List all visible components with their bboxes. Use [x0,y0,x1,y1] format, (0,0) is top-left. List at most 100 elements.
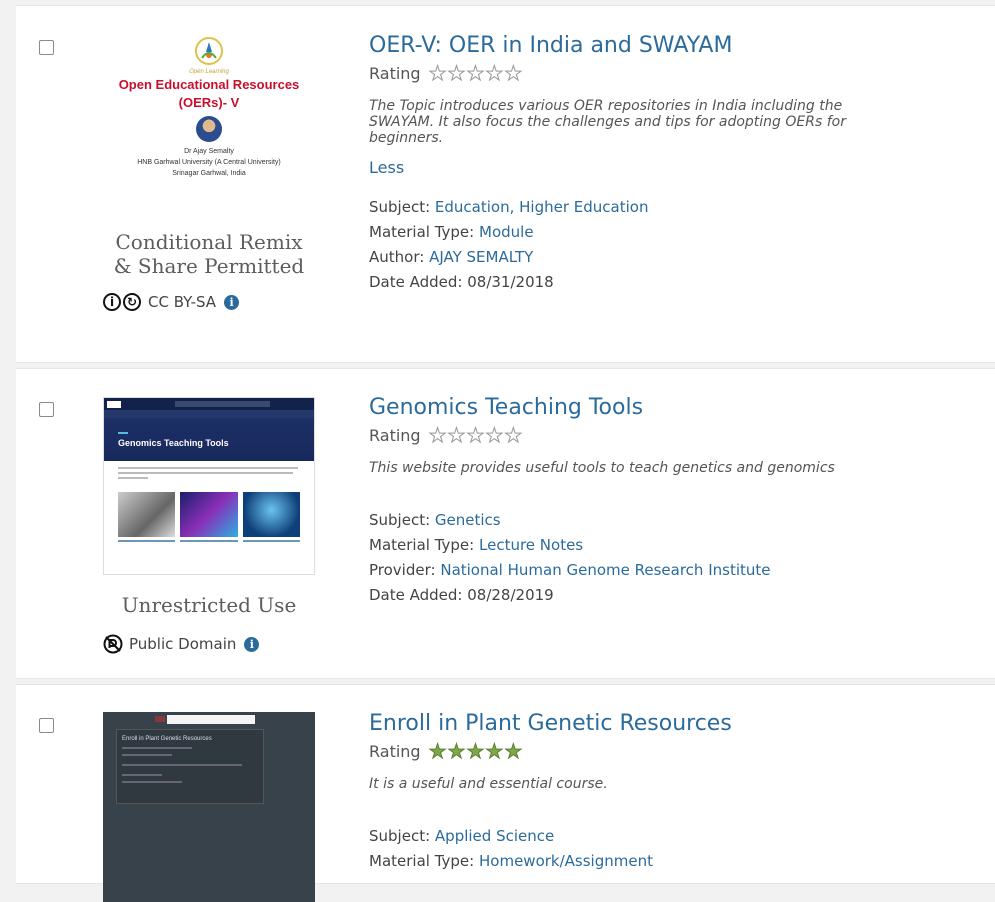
subject-link-education[interactable]: Education [435,198,510,216]
date-label: Date Added: [369,273,463,291]
provider-link[interactable]: National Human Genome Research Institute [440,561,770,579]
info-icon[interactable]: i [244,636,260,652]
subject-row: Subject: Applied Science [369,824,889,849]
material-type-link[interactable]: Homework/Assignment [479,852,653,870]
dna-image-icon [118,492,176,537]
result-description: The Topic introduces various OER reposit… [369,98,846,146]
license-name: Public Domain [129,635,237,653]
rating-label: Rating [369,425,421,445]
nhgri-logo-icon [107,400,121,408]
thumb-hero: Genomics Teaching Tools [104,418,314,461]
rating-stars: ★ ★ ★ ★ ★ [428,423,523,447]
material-type-link[interactable]: Module [479,223,534,241]
provider-label: Provider: [369,561,436,579]
info-icon[interactable]: i [224,294,240,310]
select-checkbox[interactable] [39,40,54,55]
license-text-line-2: & Share Permitted [113,254,305,278]
result-title-link[interactable]: Genomics Teaching Tools [369,395,889,421]
provider-row: Provider: National Human Genome Research… [369,558,889,583]
license-text-line-1: Unrestricted Use [121,593,297,617]
subject-row: Subject: Education, Higher Education [369,195,889,220]
rating-row: Rating ★ ★ ★ ★ ★ [369,424,889,446]
select-checkbox[interactable] [39,718,54,733]
less-toggle-link[interactable]: Less [369,158,889,177]
star-icon: ★ [485,423,504,447]
result-card-oer-v: Open Learning Open Educational Resources… [16,5,995,363]
subject-label: Subject: [369,827,431,845]
star-icon: ★ [466,61,485,85]
license-name: CC BY-SA [148,293,217,311]
microbiome-image-icon [242,492,300,537]
material-type-label: Material Type: [369,223,475,241]
author-label: Author: [369,248,425,266]
material-type-row: Material Type: Module [369,220,889,245]
thumb-banner [167,715,255,724]
license-summary: Conditional Remix & Share Permitted [103,230,315,278]
rating-label: Rating [369,63,421,83]
star-icon: ★ [504,423,523,447]
thumb-enroll-box: Enroll in Plant Genetic Resources [116,729,264,804]
timeline-image-icon [180,492,238,537]
result-card-plant-genetic-resources: Enroll in Plant Genetic Resources Enroll… [16,684,995,902]
result-meta: Subject: Genetics Material Type: Lecture… [369,508,889,608]
date-value: 08/31/2018 [467,273,554,291]
subject-label: Subject: [369,198,431,216]
date-value: 08/28/2019 [467,586,554,604]
open-learning-logo-icon [195,37,223,65]
author-avatar [196,116,222,142]
thumb-heading-2: (OERs)- V [178,95,240,110]
cc-by-icon: i [103,293,121,311]
material-type-label: Material Type: [369,852,475,870]
subject-link-applied-science[interactable]: Applied Science [435,827,554,845]
star-icon: ★ [428,423,447,447]
material-type-link[interactable]: Lecture Notes [479,536,583,554]
rating-row: Rating ★ ★ ★ ★ ★ [369,62,889,84]
result-info: OER-V: OER in India and SWAYAM Rating ★ … [369,33,889,295]
result-description: This website provides useful tools to te… [369,460,835,476]
thumb-nav-bar [104,410,314,418]
rating-stars: ★ ★ ★ ★ ★ [428,61,523,85]
date-label: Date Added: [369,586,463,604]
result-meta: Subject: Education, Higher Education Mat… [369,195,889,295]
thumb-site-header [104,398,314,410]
result-card-genomics-teaching-tools: Genomics Teaching Tools Unrestricted Use… [16,368,995,679]
rating-stars: ★ ★ ★ ★ ★ [428,739,523,763]
thumb-logo-icon [155,716,165,722]
public-domain-icon [103,634,123,654]
material-type-row: Material Type: Homework/Assignment [369,849,889,874]
result-info: Enroll in Plant Genetic Resources Rating… [369,711,889,874]
thumb-author-name: Dr Ajay Semalty [184,148,234,155]
author-row: Author: AJAY SEMALTY [369,245,889,270]
star-icon: ★ [504,61,523,85]
star-icon: ★ [466,739,485,763]
author-link[interactable]: AJAY SEMALTY [429,248,533,266]
thumb-box-title: Enroll in Plant Genetic Resources [122,736,212,742]
thumbnail-image[interactable]: Open Learning Open Educational Resources… [103,36,315,208]
thumb-heading-1: Open Educational Resources [118,77,300,92]
star-icon: ★ [447,61,466,85]
star-icon: ★ [447,739,466,763]
star-icon: ★ [466,423,485,447]
thumbnail-image[interactable]: Enroll in Plant Genetic Resources [103,712,315,902]
material-type-label: Material Type: [369,536,475,554]
license-badge: i ↻ CC BY-SA i [103,293,240,311]
result-title-link[interactable]: Enroll in Plant Genetic Resources [369,711,889,737]
star-icon: ★ [485,739,504,763]
thumb-search-bar [175,401,270,407]
thumb-text-lines [104,461,314,479]
select-checkbox[interactable] [39,402,54,417]
subject-link-genetics[interactable]: Genetics [435,511,501,529]
result-title-link[interactable]: OER-V: OER in India and SWAYAM [369,33,889,59]
subject-row: Subject: Genetics [369,508,889,533]
thumb-tile-captions [104,537,314,556]
star-icon: ★ [447,423,466,447]
subject-label: Subject: [369,511,431,529]
result-info: Genomics Teaching Tools Rating ★ ★ ★ ★ ★… [369,395,889,608]
thumb-tiles [104,482,314,537]
thumbnail-image[interactable]: Genomics Teaching Tools [103,397,315,575]
license-text-line-1: Conditional Remix [115,230,303,254]
material-type-row: Material Type: Lecture Notes [369,533,889,558]
star-icon: ★ [504,739,523,763]
subject-link-higher-education[interactable]: Higher Education [519,198,648,216]
thumb-affiliation-2: Srinagar Garhwal, India [172,170,246,177]
